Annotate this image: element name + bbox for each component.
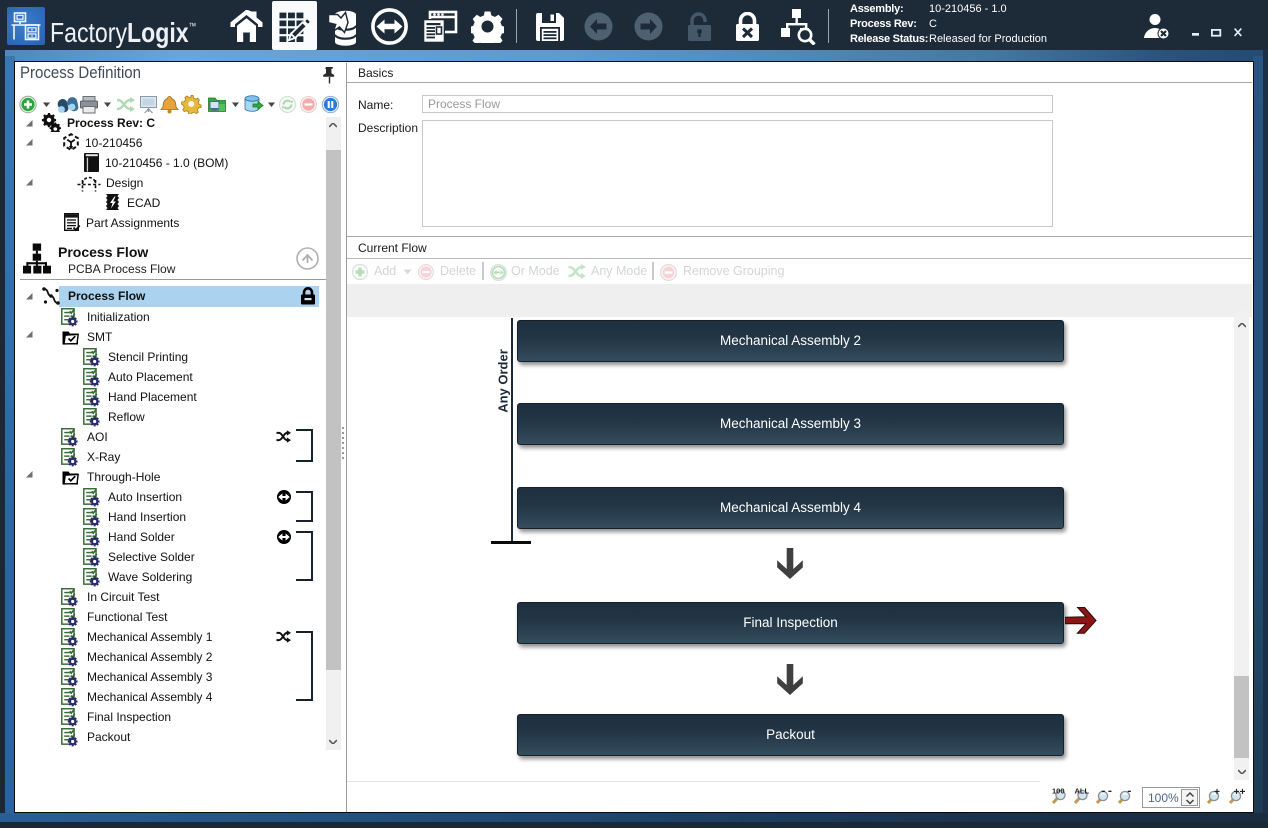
svg-text:+: + — [1214, 788, 1220, 799]
svg-text:100: 100 — [1052, 787, 1065, 796]
svg-text:++: ++ — [1234, 788, 1246, 799]
svg-text:-: - — [1126, 787, 1133, 798]
svg-text:ALL: ALL — [1075, 787, 1090, 796]
svg-text:--: -- — [1100, 787, 1113, 798]
